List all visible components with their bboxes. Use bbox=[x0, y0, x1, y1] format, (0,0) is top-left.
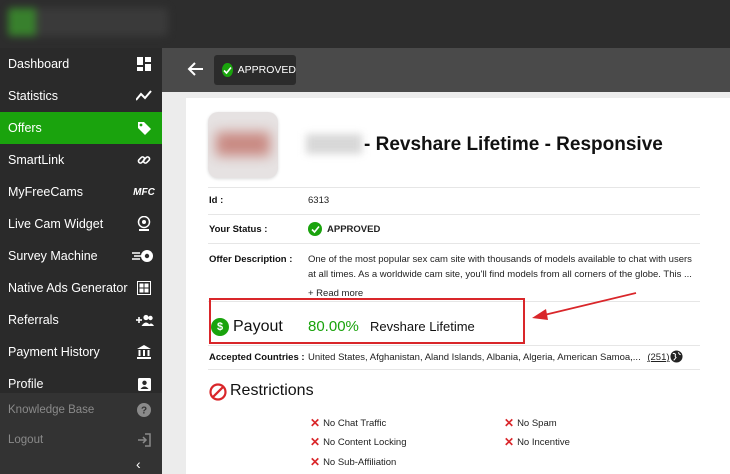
payout-highlight-annotation bbox=[209, 298, 525, 344]
sidebar-item-label: Native Ads Generator bbox=[8, 281, 128, 295]
add-users-icon bbox=[136, 312, 154, 328]
sidebar-item-referrals[interactable]: Referrals bbox=[0, 304, 162, 336]
divider bbox=[208, 369, 700, 370]
globe-icon[interactable] bbox=[670, 350, 683, 363]
trend-icon bbox=[136, 88, 152, 104]
tag-icon bbox=[136, 120, 152, 136]
sidebar-item-label: Dashboard bbox=[8, 57, 70, 71]
sidebar-item-label: Payment History bbox=[8, 345, 100, 359]
offer-name-redacted bbox=[306, 134, 362, 154]
sidebar-item-label: Referrals bbox=[8, 313, 59, 327]
close-icon: ✕ bbox=[504, 416, 515, 430]
restriction-item: ✕ No Sub-Affiliation bbox=[310, 455, 397, 469]
sidebar-item-label: Live Cam Widget bbox=[8, 217, 104, 231]
ban-icon bbox=[209, 383, 227, 401]
sidebar-item-statistics[interactable]: Statistics bbox=[0, 80, 162, 112]
sidebar: Dashboard Statistics Offers SmartLink My… bbox=[0, 48, 162, 474]
sidebar-item-smartlink[interactable]: SmartLink bbox=[0, 144, 162, 176]
sidebar-item-label: SmartLink bbox=[8, 153, 65, 167]
sidebar-item-payment-history[interactable]: Payment History bbox=[0, 336, 162, 368]
restriction-item: ✕ No Spam bbox=[504, 416, 557, 430]
close-icon: ✕ bbox=[310, 416, 321, 430]
offer-card: - Revshare Lifetime - Responsive Id : 63… bbox=[186, 98, 730, 474]
back-arrow-icon[interactable] bbox=[186, 59, 206, 79]
brand-logo[interactable] bbox=[8, 8, 168, 36]
restriction-item: ✕ No Chat Traffic bbox=[310, 416, 387, 430]
content-header: APPROVED bbox=[162, 48, 730, 92]
sidebar-item-knowledge-base[interactable]: Knowledge Base ? bbox=[0, 395, 162, 425]
description-label: Offer Description : bbox=[209, 254, 293, 265]
restrictions-heading: Restrictions bbox=[230, 382, 314, 399]
svg-text:?: ? bbox=[141, 406, 147, 417]
offer-thumbnail bbox=[208, 112, 278, 178]
sidebar-item-label: Offers bbox=[8, 121, 42, 135]
description-line: at all times. As a worldwide cam site, y… bbox=[308, 269, 692, 280]
sidebar-item-offers[interactable]: Offers bbox=[0, 112, 162, 144]
top-bar bbox=[0, 0, 730, 48]
link-icon bbox=[136, 152, 152, 168]
sidebar-item-label: Profile bbox=[8, 377, 44, 391]
countries-value: United States, Afghanistan, Aland Island… bbox=[308, 352, 641, 363]
chevron-left-icon[interactable]: ‹ bbox=[136, 456, 141, 472]
sidebar-item-myfreecams[interactable]: MyFreeCams MFC bbox=[0, 176, 162, 208]
countries-list: United States, Afghanistan, Aland Island… bbox=[308, 352, 670, 363]
help-icon: ? bbox=[136, 402, 152, 418]
status-badge-label: APPROVED bbox=[237, 64, 296, 76]
description-line: One of the most popular sex cam site wit… bbox=[308, 254, 692, 265]
sidebar-item-survey-machine[interactable]: Survey Machine bbox=[0, 240, 162, 272]
sidebar-item-label: Logout bbox=[8, 434, 44, 446]
sidebar-item-dashboard[interactable]: Dashboard bbox=[0, 48, 162, 80]
grid-icon bbox=[136, 280, 152, 296]
check-circle-icon bbox=[222, 63, 233, 77]
webcam-icon bbox=[136, 216, 152, 232]
status-value-text: APPROVED bbox=[327, 223, 381, 235]
mfc-icon: MFC bbox=[133, 186, 155, 198]
check-circle-icon bbox=[308, 222, 322, 236]
sidebar-item-label: Statistics bbox=[8, 89, 59, 103]
sidebar-secondary: Knowledge Base ? Logout ‹ bbox=[0, 393, 162, 474]
profile-icon bbox=[136, 376, 152, 392]
dashboard-icon bbox=[136, 56, 152, 72]
countries-count-link[interactable]: (251) bbox=[647, 352, 669, 363]
divider bbox=[208, 243, 700, 244]
divider bbox=[208, 187, 700, 188]
offer-title: - Revshare Lifetime - Responsive bbox=[364, 134, 663, 155]
sidebar-item-native-ads-generator[interactable]: Native Ads Generator bbox=[0, 272, 162, 304]
id-label: Id : bbox=[209, 195, 224, 206]
close-icon: ✕ bbox=[310, 435, 321, 449]
divider bbox=[208, 345, 700, 346]
status-label: Your Status : bbox=[209, 224, 268, 235]
id-value: 6313 bbox=[308, 195, 330, 206]
sidebar-item-label: Survey Machine bbox=[8, 249, 98, 263]
offer-description: One of the most popular sex cam site wit… bbox=[308, 252, 700, 282]
close-icon: ✕ bbox=[310, 455, 321, 469]
sidebar-item-label: Knowledge Base bbox=[8, 404, 95, 416]
sidebar-item-label: MyFreeCams bbox=[8, 185, 84, 199]
rocket-icon bbox=[132, 248, 154, 264]
sidebar-item-logout[interactable]: Logout bbox=[0, 425, 162, 455]
logout-icon bbox=[136, 432, 152, 448]
restriction-item: ✕ No Content Locking bbox=[310, 435, 407, 449]
bank-icon bbox=[136, 344, 152, 360]
status-value: APPROVED bbox=[308, 222, 380, 236]
close-icon: ✕ bbox=[504, 435, 515, 449]
restriction-item: ✕ No Incentive bbox=[504, 435, 570, 449]
divider bbox=[208, 214, 700, 215]
countries-label: Accepted Countries : bbox=[209, 352, 305, 363]
sidebar-item-live-cam-widget[interactable]: Live Cam Widget bbox=[0, 208, 162, 240]
status-badge: APPROVED bbox=[214, 55, 296, 85]
